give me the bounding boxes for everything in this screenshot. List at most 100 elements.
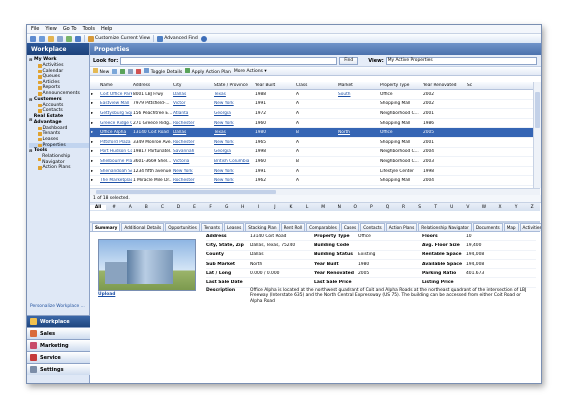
detail-tab[interactable]: Opportunities	[165, 223, 200, 231]
alphabet-filter-item[interactable]: N	[331, 205, 347, 210]
detail-tab[interactable]: Tenants	[200, 223, 223, 231]
view-select[interactable]: My Active Properties	[385, 56, 537, 65]
grid-horizontal-scrollbar[interactable]	[90, 188, 540, 195]
table-cell[interactable]: The Marketplace Mall	[99, 178, 132, 183]
table-cell[interactable]: Pittsford Plaza	[99, 140, 132, 145]
table-cell[interactable]: South	[337, 92, 379, 97]
refresh-icon[interactable]	[66, 35, 72, 42]
table-row[interactable]: ▸Shelbourne Plaza3601-3669 Shel...Victor…	[90, 157, 533, 167]
table-cell[interactable]: New York	[172, 169, 213, 174]
table-cell[interactable]: Victoria	[172, 159, 213, 164]
table-cell[interactable]: Rochester	[172, 140, 213, 145]
find-button[interactable]: Find	[339, 56, 359, 65]
table-cell[interactable]: Gettysburg Square	[99, 111, 132, 116]
detail-tab[interactable]: Stacking Plan	[245, 223, 280, 231]
alphabet-filter-item[interactable]: A	[122, 205, 138, 210]
alphabet-filter-item[interactable]: J	[267, 205, 283, 210]
detail-tab[interactable]: Leases	[223, 223, 245, 231]
new-button[interactable]: New	[93, 67, 109, 75]
alphabet-filter-item[interactable]: Z	[524, 205, 540, 210]
print-grid-icon[interactable]	[128, 68, 134, 74]
table-cell[interactable]: New York	[213, 121, 254, 126]
table-cell[interactable]: Georgia	[213, 111, 254, 116]
table-cell[interactable]: North	[337, 130, 379, 135]
table-row[interactable]: ▸ Pittsford Plaza 3349 Monroe Ave... Roches…	[90, 138, 533, 148]
tree-item-relationship-navigator[interactable]: Relationship Navigator	[29, 154, 89, 165]
column-header[interactable]: Sc	[466, 83, 475, 88]
scroll-thumb[interactable]	[535, 92, 540, 128]
assign-icon[interactable]	[112, 68, 118, 74]
collapse-icon[interactable]: ⊟	[29, 117, 33, 123]
table-row[interactable]: ▸The Marketplace Mall1 Miracle Mile Dr..…	[90, 176, 533, 186]
nav-workplace[interactable]: Workplace	[27, 315, 92, 327]
advanced-find-button[interactable]: Advanced Find	[157, 35, 198, 42]
detail-tab[interactable]: Action Plans	[385, 223, 418, 231]
back-icon[interactable]	[30, 35, 36, 42]
nav-service[interactable]: Service	[27, 351, 92, 363]
menu-view[interactable]: Yiew	[45, 26, 56, 32]
table-cell[interactable]: Georgia	[213, 149, 254, 154]
grid-vertical-scrollbar[interactable]	[533, 82, 541, 188]
column-header[interactable]: Property Type	[379, 83, 422, 88]
table-cell[interactable]: Atlanta	[172, 111, 213, 116]
table-cell[interactable]: Texas	[213, 130, 254, 135]
table-cell[interactable]: Office Alpha	[99, 130, 132, 135]
detail-tab[interactable]: Additional Details	[121, 223, 165, 231]
alphabet-filter-item[interactable]: C	[154, 205, 170, 210]
alphabet-filter-item[interactable]: M	[315, 205, 331, 210]
table-cell[interactable]: Texas	[213, 92, 254, 97]
row-expand-icon[interactable]: ▸	[90, 92, 99, 97]
row-expand-icon[interactable]: ▸	[90, 178, 99, 183]
toggle-details-button[interactable]: Toggle Details	[144, 67, 182, 75]
table-row[interactable]: ▸Coit Office Park IV8001 LBJ Frwy DallasT…	[90, 90, 533, 100]
column-header[interactable]: State / Province	[213, 83, 254, 88]
apply-action-plan-button[interactable]: Apply Action Plan	[185, 67, 231, 75]
alphabet-filter-item[interactable]: D	[170, 205, 186, 210]
table-row[interactable]: ▸ Eastview Mall 7979 Pittsfield-... Victor N…	[90, 100, 533, 110]
row-expand-icon[interactable]: ▸	[90, 149, 99, 154]
row-expand-icon[interactable]: ▸	[90, 169, 99, 174]
table-cell[interactable]: New York	[213, 140, 254, 145]
alphabet-filter-item[interactable]: S	[412, 205, 428, 210]
alphabet-filter-item[interactable]: I	[251, 205, 267, 210]
collapse-icon[interactable]: ⊟	[29, 97, 33, 103]
table-cell[interactable]: New York	[213, 169, 254, 174]
alphabet-filter-item[interactable]: W	[476, 205, 492, 210]
table-cell[interactable]: Coit Office Park IV	[99, 92, 132, 97]
nav-settings[interactable]: Settings	[27, 363, 92, 375]
table-cell[interactable]: Eastview Mall	[99, 101, 132, 106]
new-record-icon[interactable]	[48, 35, 54, 42]
collapse-icon[interactable]: ⊟	[29, 148, 33, 154]
table-cell[interactable]: Shelbourne Plaza	[99, 159, 132, 164]
delete-icon[interactable]	[136, 68, 142, 74]
scroll-thumb[interactable]	[96, 190, 276, 194]
table-cell[interactable]: Greece Ridge Center	[99, 121, 132, 126]
collapse-icon[interactable]: ⊟	[29, 57, 33, 63]
table-row[interactable]: ▸Shenandoah Square1234 fifth avenueNew Y…	[90, 167, 533, 177]
nav-marketing[interactable]: Marketing	[27, 339, 92, 351]
more-actions-menu[interactable]: More Actions ▾	[234, 69, 267, 74]
table-row[interactable]: ▸ Office Alpha 13140 Coit Road Dallas Texas 1…	[90, 128, 533, 138]
column-header[interactable]: Class	[295, 83, 337, 88]
help-icon[interactable]	[75, 35, 81, 42]
table-cell[interactable]: Rochester	[172, 121, 213, 126]
detail-tab[interactable]: Map	[503, 223, 519, 231]
tree-group-real-estate[interactable]: ⊟ Real Estate Advantage	[29, 114, 89, 126]
print-icon[interactable]	[57, 35, 63, 42]
row-expand-icon[interactable]: ▸	[90, 159, 99, 164]
personalize-link[interactable]: Personalize Workplace ...	[30, 304, 85, 309]
alphabet-filter-item[interactable]: L	[299, 205, 315, 210]
export-icon[interactable]	[120, 68, 126, 74]
column-header[interactable]: Year Built	[254, 83, 295, 88]
customize-view-button[interactable]: Customize Current View	[88, 35, 150, 42]
detail-tab[interactable]: Summary	[92, 223, 121, 231]
alphabet-filter-item[interactable]: R	[395, 205, 411, 210]
upload-link[interactable]: Upload	[98, 292, 115, 297]
row-expand-icon[interactable]: ▸	[90, 111, 99, 116]
detail-tab[interactable]: Relationship Navigator	[418, 223, 472, 231]
alphabet-filter-item[interactable]: Q	[379, 205, 395, 210]
column-header[interactable]: Year Renovated	[422, 83, 466, 88]
row-expand-icon[interactable]: ▸	[90, 140, 99, 145]
table-cell[interactable]: Savannah	[172, 149, 213, 154]
row-expand-icon[interactable]: ▸	[90, 121, 99, 126]
